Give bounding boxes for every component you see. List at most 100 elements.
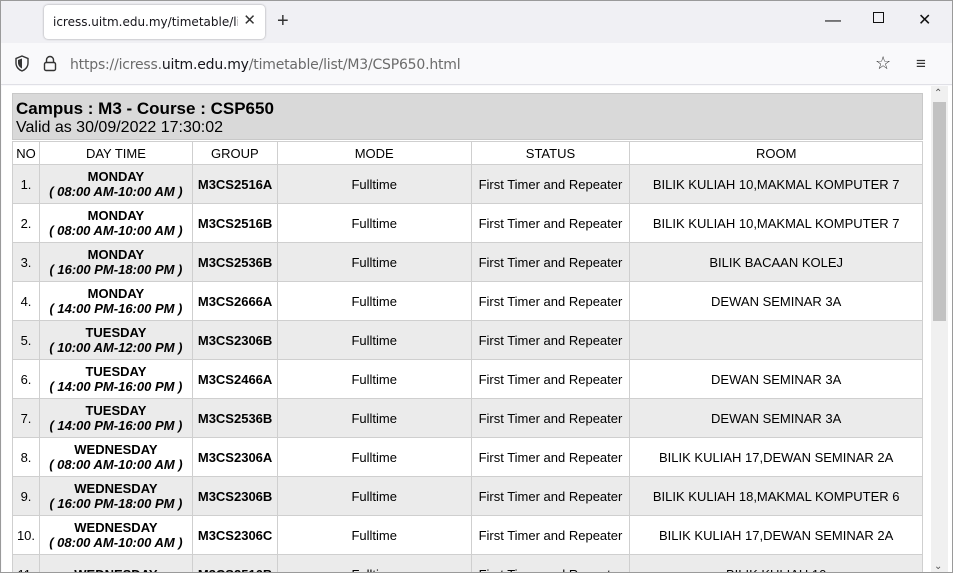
room-cell	[629, 320, 923, 360]
mode-cell: Fulltime	[276, 398, 472, 438]
day-time-cell: MONDAY( 14:00 PM-16:00 PM )	[38, 281, 193, 321]
page-header: Campus : M3 - Course : CSP650 Valid as 3…	[12, 93, 923, 140]
day-label: WEDNESDAY	[74, 520, 158, 535]
mode-cell: Fulltime	[276, 476, 472, 516]
lock-icon[interactable]	[42, 55, 58, 72]
scrollbar-thumb[interactable]	[933, 102, 946, 321]
minimize-icon[interactable]: —	[825, 11, 841, 31]
day-time-cell: WEDNESDAY( 16:00 PM-18:00 PM )	[38, 476, 193, 516]
room-cell: BILIK KULIAH 10,MAKMAL KOMPUTER 7	[629, 203, 923, 243]
room-cell: DEWAN SEMINAR 3A	[629, 281, 923, 321]
group-code: M3CS2306A	[191, 437, 278, 477]
group-code: M3CS2516A	[191, 164, 278, 204]
room-cell: DEWAN SEMINAR 3A	[629, 398, 923, 438]
row-number: 2.	[12, 203, 40, 243]
room-cell: DEWAN SEMINAR 3A	[629, 359, 923, 399]
day-time-cell: TUESDAY( 10:00 AM-12:00 PM )	[38, 320, 193, 360]
day-label: TUESDAY	[85, 364, 147, 379]
mode-cell: Fulltime	[276, 164, 472, 204]
day-label: WEDNESDAY	[42, 567, 190, 573]
time-range: ( 08:00 AM-10:00 AM )	[49, 223, 183, 238]
row-number: 10.	[12, 515, 40, 555]
status-cell: First Timer and Repeater	[470, 164, 631, 204]
url-host: uitm.edu.my	[161, 57, 249, 73]
status-cell: First Timer and Repeater	[470, 320, 631, 360]
page-title: Campus : M3 - Course : CSP650	[16, 99, 274, 118]
day-label: MONDAY	[87, 286, 145, 301]
status-cell: First Timer and Repeater	[470, 515, 631, 555]
url-bar[interactable]: https://icress.uitm.edu.my/timetable/lis…	[70, 57, 461, 73]
valid-timestamp: Valid as 30/09/2022 17:30:02	[16, 119, 223, 136]
group-code: M3CS2666A	[191, 281, 278, 321]
group-code: M3CS2536B	[191, 398, 278, 438]
row-number: 1.	[12, 164, 40, 204]
group-code: M3CS2516B	[191, 554, 278, 572]
tab-title: icress.uitm.edu.my/timetable/list/M3/CSP…	[53, 15, 238, 29]
browser-tab[interactable]: icress.uitm.edu.my/timetable/list/M3/CSP…	[44, 5, 265, 39]
day-time-cell: MONDAY( 08:00 AM-10:00 AM )	[38, 203, 193, 243]
tracking-shield-icon[interactable]	[14, 55, 30, 72]
url-prefix: https://icress.	[70, 57, 162, 73]
vertical-scrollbar[interactable]: ⌃ ⌄	[931, 86, 948, 572]
nav-bar: https://icress.uitm.edu.my/timetable/lis…	[1, 43, 952, 85]
group-code: M3CS2536B	[191, 242, 278, 282]
column-header: MODE	[276, 141, 472, 165]
day-label: TUESDAY	[85, 325, 147, 340]
group-code: M3CS2466A	[191, 359, 278, 399]
day-time-cell: WEDNESDAY( 08:00 AM-10:00 AM )	[38, 515, 193, 555]
maximize-icon[interactable]	[873, 12, 884, 23]
hamburger-menu-icon[interactable]: ≡	[916, 54, 926, 74]
tab-close-icon[interactable]: ✕	[243, 13, 256, 29]
time-range: ( 08:00 AM-10:00 AM )	[49, 184, 183, 199]
table-row: 7. TUESDAY( 14:00 PM-16:00 PM ) M3CS2536B F…	[12, 398, 923, 438]
tab-bar: icress.uitm.edu.my/timetable/list/M3/CSP…	[1, 1, 952, 43]
table-row: 9. WEDNESDAY( 16:00 PM-18:00 PM ) M3CS2306…	[12, 476, 923, 516]
day-label: MONDAY	[87, 208, 145, 223]
table-row: 10. WEDNESDAY( 08:00 AM-10:00 AM ) M3CS230…	[12, 515, 923, 555]
mode-cell: Fulltime	[276, 554, 472, 572]
time-range: ( 10:00 AM-12:00 PM )	[49, 340, 183, 355]
status-cell: First Timer and Repeater	[470, 437, 631, 477]
table-body: 1. MONDAY( 08:00 AM-10:00 AM ) M3CS2516A Fu…	[12, 164, 923, 573]
status-cell: First Timer and Repeater	[470, 476, 631, 516]
mode-cell: Fulltime	[276, 203, 472, 243]
table-row: 1. MONDAY( 08:00 AM-10:00 AM ) M3CS2516A Fu…	[12, 164, 923, 204]
new-tab-icon[interactable]: +	[277, 10, 289, 32]
day-time-cell: MONDAY( 16:00 PM-18:00 PM )	[38, 242, 193, 282]
group-code: M3CS2306C	[191, 515, 278, 555]
status-cell: First Timer and Repeater	[470, 398, 631, 438]
bookmark-star-icon[interactable]: ☆	[875, 53, 891, 74]
timetable: NO DAY TIME GROUP MODE STATUS ROOM 1. MONDAY( …	[12, 141, 923, 573]
mode-cell: Fulltime	[276, 320, 472, 360]
browser-window: icress.uitm.edu.my/timetable/list/M3/CSP…	[0, 0, 953, 573]
row-number: 6.	[12, 359, 40, 399]
scroll-up-icon[interactable]: ⌃	[934, 88, 942, 99]
time-range: ( 16:00 PM-18:00 PM )	[49, 496, 183, 511]
page-content: Campus : M3 - Course : CSP650 Valid as 3…	[2, 86, 952, 573]
room-cell: BILIK KULIAH 17,DEWAN SEMINAR 2A	[629, 515, 923, 555]
window-close-icon[interactable]: ✕	[918, 11, 931, 31]
group-code: M3CS2306B	[191, 320, 278, 360]
scroll-down-icon[interactable]: ⌄	[934, 561, 942, 572]
table-row: 6. TUESDAY( 14:00 PM-16:00 PM ) M3CS2466A F…	[12, 359, 923, 399]
column-header: NO	[12, 141, 40, 165]
day-label: MONDAY	[87, 247, 145, 262]
day-label: WEDNESDAY	[74, 442, 158, 457]
day-label: MONDAY	[87, 169, 145, 184]
table-row: 3. MONDAY( 16:00 PM-18:00 PM ) M3CS2536B Fu…	[12, 242, 923, 282]
mode-cell: Fulltime	[276, 437, 472, 477]
mode-cell: Fulltime	[276, 359, 472, 399]
mode-cell: Fulltime	[276, 515, 472, 555]
status-cell: First Timer and Repeater	[470, 242, 631, 282]
day-time-cell: WEDNESDAY	[38, 554, 193, 573]
group-code: M3CS2306B	[191, 476, 278, 516]
status-cell: First Timer and Repeater	[470, 281, 631, 321]
room-cell: BILIK KULIAH 10	[629, 554, 923, 572]
time-range: ( 16:00 PM-18:00 PM )	[49, 262, 183, 277]
row-number: 5.	[12, 320, 40, 360]
row-number: 8.	[12, 437, 40, 477]
row-number: 3.	[12, 242, 40, 282]
day-label: TUESDAY	[85, 403, 147, 418]
time-range: ( 14:00 PM-16:00 PM )	[49, 379, 183, 394]
room-cell: BILIK KULIAH 17,DEWAN SEMINAR 2A	[629, 437, 923, 477]
